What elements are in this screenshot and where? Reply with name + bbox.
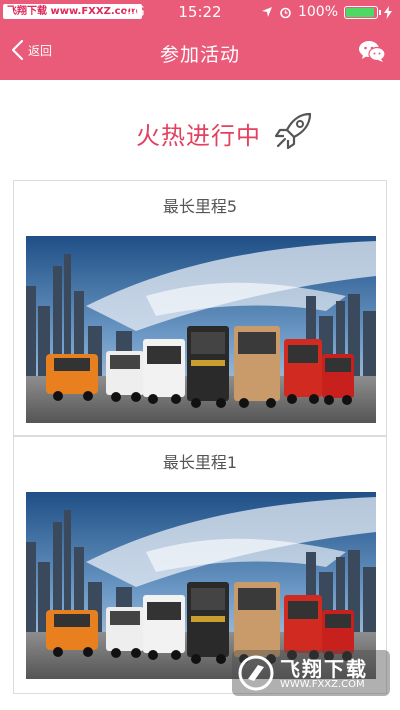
- hero-banner: 火热进行中: [0, 108, 400, 152]
- truck-fleet-image: [26, 236, 376, 423]
- location-icon: [261, 7, 272, 17]
- charging-icon: [384, 5, 392, 19]
- nav-bar: 返回 参加活动: [0, 25, 400, 80]
- status-right-group: 100%: [261, 4, 392, 20]
- watermark-url: WWW.FXXZ.COM: [280, 679, 365, 690]
- battery-icon: [344, 5, 381, 19]
- battery-percent: 100%: [297, 4, 338, 20]
- activity-title: 最长里程1: [162, 453, 238, 472]
- alarm-icon: [280, 7, 291, 18]
- page-title: 参加活动: [159, 44, 240, 66]
- watermark-title: 飞翔下载: [280, 657, 368, 681]
- fxxz-logo-icon: [238, 655, 274, 691]
- rocket-icon: [274, 112, 312, 150]
- wechat-share-button[interactable]: [358, 39, 386, 67]
- activity-title: 最长里程5: [162, 197, 238, 216]
- status-bar: 飞翔下载 www.FXXZ.com 4G 15:22 100%: [0, 0, 400, 25]
- activity-card-1[interactable]: 最长里程5: [13, 180, 387, 436]
- hero-text: 火热进行中: [136, 122, 261, 150]
- site-watermark-bottom: 飞翔下载 WWW.FXXZ.COM: [232, 650, 390, 696]
- wechat-icon: [359, 41, 386, 62]
